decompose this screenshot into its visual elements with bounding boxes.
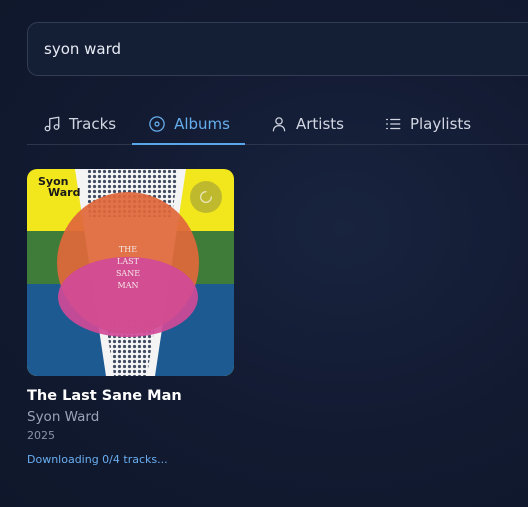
search-input[interactable] — [44, 40, 528, 58]
tab-playlists[interactable]: Playlists — [360, 104, 487, 144]
user-icon — [270, 115, 288, 133]
tab-albums-label: Albums — [174, 115, 230, 133]
cover-title-line2: LAST — [117, 257, 140, 266]
tab-bar: Tracks Albums Artists Playlists — [27, 104, 528, 145]
loading-spinner-icon — [200, 191, 212, 203]
list-icon — [384, 115, 402, 133]
cover-logo-line2: Ward — [48, 186, 80, 199]
cover-title-line3: SANE — [116, 269, 140, 278]
tab-tracks[interactable]: Tracks — [27, 104, 132, 144]
download-progress-badge — [190, 181, 222, 213]
cover-title-line1: THE — [119, 245, 137, 254]
cover-title-line4: MAN — [118, 281, 139, 290]
album-title[interactable]: The Last Sane Man — [27, 387, 234, 405]
music-note-icon — [43, 115, 61, 133]
album-artist[interactable]: Syon Ward — [27, 409, 234, 426]
album-cover[interactable]: Syon Ward THE LAST SANE MAN — [27, 169, 234, 376]
tab-albums[interactable]: Albums — [132, 104, 245, 145]
tab-playlists-label: Playlists — [409, 115, 472, 133]
app-window: Tracks Albums Artists — [0, 0, 528, 507]
tab-tracks-label: Tracks — [69, 115, 117, 133]
download-status: Downloading 0/4 tracks... — [27, 453, 168, 466]
disc-icon — [148, 115, 166, 133]
album-year: 2025 — [27, 429, 55, 442]
tab-artists-label: Artists — [295, 115, 344, 133]
search-box[interactable] — [27, 22, 528, 76]
tab-artists[interactable]: Artists — [245, 104, 360, 144]
album-card[interactable]: Syon Ward THE LAST SANE MAN The Last San… — [27, 169, 234, 467]
